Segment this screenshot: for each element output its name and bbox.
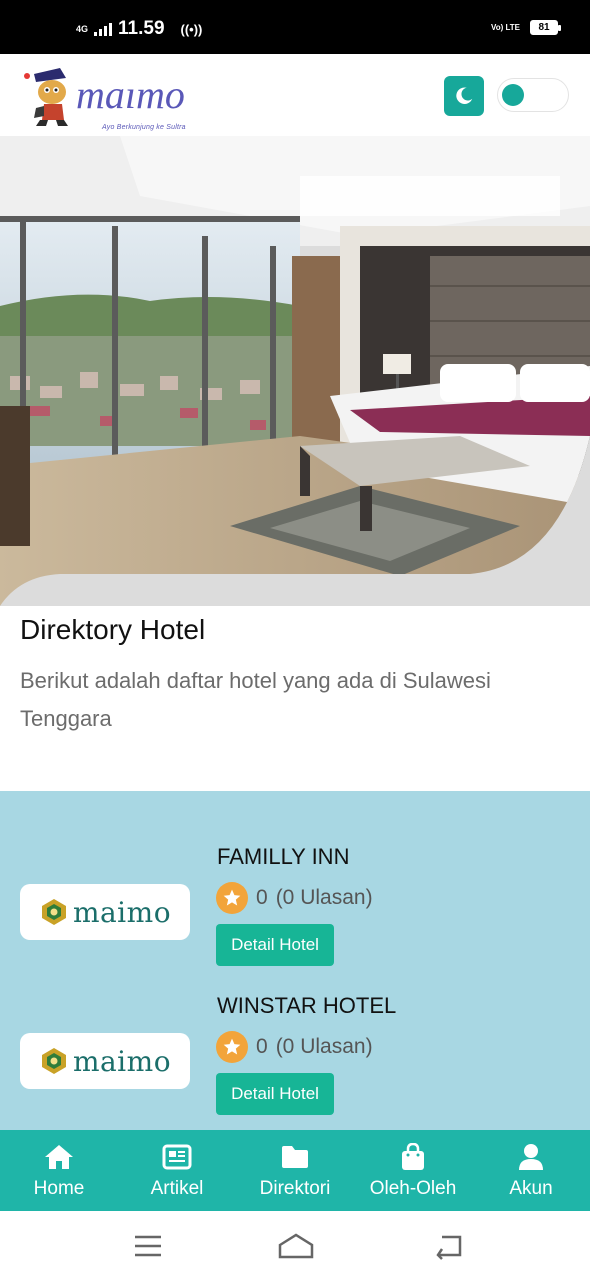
mascot-icon: maımo: [24, 68, 185, 126]
nav-label: Artikel: [150, 1178, 204, 1199]
hotel-logo[interactable]: maimo: [20, 884, 190, 940]
folder-icon: [279, 1142, 311, 1172]
nav-direktori[interactable]: Direktori: [236, 1130, 354, 1211]
hero-hotel-room-image: [0, 136, 590, 606]
star-icon: [216, 1031, 248, 1063]
page-title: Direktory Hotel: [20, 614, 206, 645]
status-bar: 4G 11.59 ((•)) Vo) LTE 81: [0, 0, 590, 54]
dark-mode-button[interactable]: [444, 76, 484, 116]
toggle-knob: [502, 84, 524, 106]
hotel-logo-text: maimo: [72, 895, 172, 929]
app-header: maımo Ayo Berkunjung ke Sultra: [0, 54, 590, 136]
maimo-logo[interactable]: maımo Ayo Berkunjung ke Sultra: [22, 64, 232, 131]
logo-tagline: Ayo Berkunjung ke Sultra: [102, 124, 186, 131]
nav-label: Oleh-Oleh: [369, 1178, 457, 1199]
recent-apps-icon[interactable]: [131, 1231, 165, 1261]
back-icon[interactable]: [432, 1231, 466, 1261]
bottom-nav: Home Artikel Direktori Oleh-Oleh Akun: [0, 1130, 590, 1211]
clock: 11.59: [118, 18, 165, 39]
hotel-rating: 0 (0 Ulasan): [216, 1031, 373, 1063]
nav-oleh-oleh[interactable]: Oleh-Oleh: [354, 1130, 472, 1211]
hotel-name: WINSTAR HOTEL: [217, 993, 397, 1018]
emblem-icon: [41, 1048, 66, 1074]
signal-icon: [94, 22, 113, 36]
home-system-icon[interactable]: [276, 1231, 316, 1261]
hotel-card: maimo WINSTAR HOTEL 0 (0 Ulasan) Detail …: [0, 990, 590, 1131]
star-icon: [216, 882, 248, 914]
nav-label: Home: [33, 1178, 85, 1199]
nav-home[interactable]: Home: [0, 1130, 118, 1211]
review-count: (0 Ulasan): [275, 886, 373, 909]
rating-value: 0: [256, 1035, 268, 1058]
hotel-logo[interactable]: maimo: [20, 1033, 190, 1089]
review-count: (0 Ulasan): [275, 1035, 373, 1058]
nav-label: Akun: [509, 1178, 553, 1199]
home-icon: [43, 1142, 75, 1172]
hotspot-icon: ((•)): [180, 21, 203, 37]
detail-hotel-button[interactable]: Detail Hotel: [216, 1073, 334, 1115]
svg-text:maımo: maımo: [76, 72, 185, 117]
emblem-icon: [41, 899, 66, 925]
system-nav-bar: [0, 1211, 590, 1280]
shopping-bag-icon: [397, 1142, 429, 1172]
rating-value: 0: [256, 886, 268, 909]
page-description: Berikut adalah daftar hotel yang ada di …: [20, 668, 491, 731]
hotel-list: maimo FAMILLY INN 0 (0 Ulasan) Detail Ho…: [0, 791, 590, 1131]
nav-artikel[interactable]: Artikel: [118, 1130, 236, 1211]
newspaper-icon: [161, 1142, 193, 1172]
hotel-logo-text: maimo: [72, 1044, 172, 1078]
theme-toggle[interactable]: [497, 78, 569, 112]
network-type: 4G: [76, 23, 89, 34]
moon-icon: [456, 87, 473, 104]
hotel-name: FAMILLY INN: [217, 844, 350, 869]
detail-hotel-button[interactable]: Detail Hotel: [216, 924, 334, 966]
hotel-card: maimo FAMILLY INN 0 (0 Ulasan) Detail Ho…: [0, 841, 590, 991]
nav-label: Direktori: [259, 1178, 331, 1199]
volte-indicator: Vo) LTE: [490, 22, 520, 32]
nav-akun[interactable]: Akun: [472, 1130, 590, 1211]
user-icon: [515, 1142, 547, 1172]
hotel-rating: 0 (0 Ulasan): [216, 882, 373, 914]
battery-icon: 81: [530, 20, 561, 35]
